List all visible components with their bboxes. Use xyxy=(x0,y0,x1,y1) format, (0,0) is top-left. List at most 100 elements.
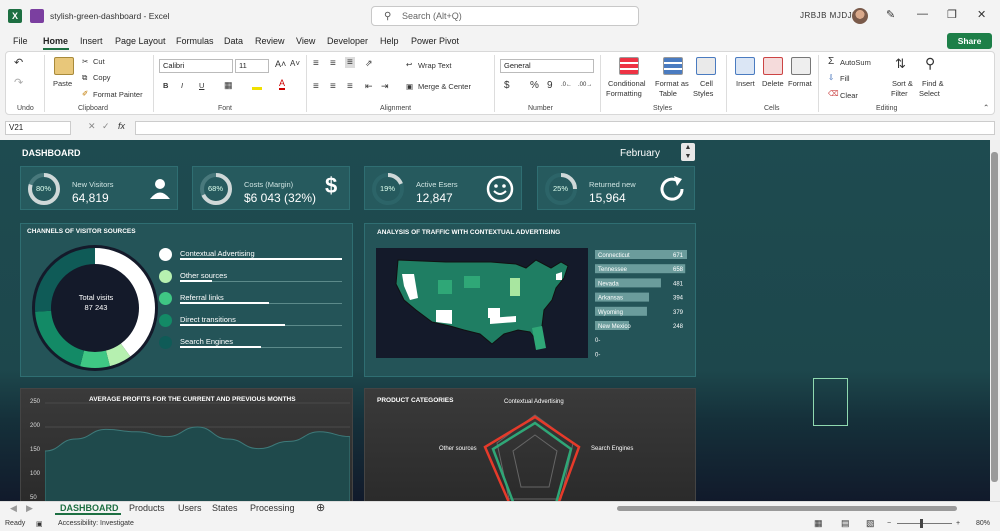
conditional-formatting-label1[interactable]: Conditional xyxy=(608,79,646,88)
prev-sheet-icon[interactable]: ◀ xyxy=(10,503,17,514)
next-sheet-icon[interactable]: ▶ xyxy=(26,503,33,514)
tab-power-pivot[interactable]: Power Pivot xyxy=(411,36,459,46)
find-select-label2[interactable]: Select xyxy=(919,89,940,98)
cell-styles-icon[interactable] xyxy=(696,57,716,75)
restore-button[interactable]: ❐ xyxy=(947,8,957,21)
percent-button[interactable]: % xyxy=(530,80,539,91)
tab-page-layout[interactable]: Page Layout xyxy=(115,36,166,46)
sheet-tab-products[interactable]: Products xyxy=(129,503,165,513)
align-center-icon[interactable]: ≡ xyxy=(330,81,336,92)
cancel-entry-icon[interactable]: ✕ xyxy=(88,121,96,132)
cell-styles-label1[interactable]: Cell xyxy=(700,79,713,88)
align-top-icon[interactable]: ≡ xyxy=(313,58,319,69)
sort-filter-label1[interactable]: Sort & xyxy=(892,79,913,88)
align-middle-icon[interactable]: ≡ xyxy=(330,58,336,69)
align-left-icon[interactable]: ≡ xyxy=(313,81,319,92)
insert-cells-icon[interactable] xyxy=(735,57,755,75)
minimize-button[interactable]: — xyxy=(917,8,928,20)
zoom-out-icon[interactable]: − xyxy=(887,520,891,527)
increase-decimal-icon[interactable]: .0← xyxy=(561,82,572,88)
copy-button[interactable]: Copy xyxy=(93,73,111,82)
decrease-decimal-icon[interactable]: .00→ xyxy=(578,82,592,88)
share-button[interactable]: Share xyxy=(947,33,992,49)
font-shrink-icon[interactable]: A˅ xyxy=(290,59,300,68)
zoom-in-icon[interactable]: + xyxy=(956,520,960,527)
sheet-tab-users[interactable]: Users xyxy=(178,503,202,513)
selected-shape[interactable] xyxy=(813,378,848,426)
avatar[interactable] xyxy=(852,8,868,24)
tab-formulas[interactable]: Formulas xyxy=(176,36,214,46)
copy-icon[interactable]: ⧉ xyxy=(82,73,87,83)
merge-center-button[interactable]: Merge & Center xyxy=(418,82,471,91)
font-grow-icon[interactable]: A˄ xyxy=(275,59,286,69)
user-name[interactable]: JRBJB MJDJK xyxy=(800,11,858,20)
sheet-tab-dashboard[interactable]: DASHBOARD xyxy=(60,503,119,513)
bold-button[interactable]: B xyxy=(163,81,168,90)
tab-insert[interactable]: Insert xyxy=(80,36,103,46)
underline-button[interactable]: U xyxy=(199,81,204,90)
currency-button[interactable]: $ xyxy=(504,80,510,91)
fill-color-icon[interactable] xyxy=(252,81,262,90)
fill-button[interactable]: Fill xyxy=(840,74,850,83)
name-box[interactable]: V21 xyxy=(5,121,71,135)
pen-icon[interactable]: ✎ xyxy=(886,8,895,21)
normal-view-icon[interactable]: ▦ xyxy=(814,518,823,529)
format-as-table-label1[interactable]: Format as xyxy=(655,79,689,88)
paste-button[interactable]: Paste xyxy=(53,79,72,88)
comma-button[interactable]: 9 xyxy=(547,80,553,91)
delete-cells-button[interactable]: Delete xyxy=(762,79,784,88)
accessibility-status[interactable]: Accessibility: Investigate xyxy=(58,520,134,527)
formula-input[interactable] xyxy=(135,121,995,135)
vertical-scroll-thumb[interactable] xyxy=(991,152,998,482)
zoom-slider-handle[interactable] xyxy=(920,519,923,528)
format-painter-icon[interactable]: ✐ xyxy=(82,89,88,98)
conditional-formatting-label2[interactable]: Formatting xyxy=(606,89,642,98)
clear-button[interactable]: Clear xyxy=(840,91,858,100)
tab-home[interactable]: Home xyxy=(43,36,68,46)
page-break-view-icon[interactable]: ▧ xyxy=(866,518,875,529)
horizontal-scroll-thumb[interactable] xyxy=(617,506,957,511)
save-icon[interactable] xyxy=(30,9,44,23)
format-as-table-label2[interactable]: Table xyxy=(659,89,677,98)
cell-styles-label2[interactable]: Styles xyxy=(693,89,713,98)
font-family-select[interactable]: Calibri xyxy=(159,59,233,73)
increase-indent-icon[interactable]: ⇥ xyxy=(381,81,389,92)
number-format-select[interactable]: General xyxy=(500,59,594,73)
page-layout-view-icon[interactable]: ▤ xyxy=(841,518,850,529)
format-cells-button[interactable]: Format xyxy=(788,79,812,88)
tab-view[interactable]: View xyxy=(296,36,315,46)
font-size-select[interactable]: 11 xyxy=(235,59,269,73)
decrease-indent-icon[interactable]: ⇤ xyxy=(365,81,373,92)
font-color-icon[interactable]: A xyxy=(279,79,286,90)
tab-help[interactable]: Help xyxy=(380,36,399,46)
align-right-icon[interactable]: ≡ xyxy=(347,81,353,92)
macro-record-icon[interactable]: ▣ xyxy=(36,520,43,528)
sort-filter-label2[interactable]: Filter xyxy=(891,89,908,98)
tab-data[interactable]: Data xyxy=(224,36,243,46)
ribbon-collapse-icon[interactable]: ⌃ xyxy=(983,103,989,112)
tab-review[interactable]: Review xyxy=(255,36,285,46)
redo-icon[interactable]: ↷ xyxy=(14,76,23,89)
tab-developer[interactable]: Developer xyxy=(327,36,368,46)
cut-icon[interactable]: ✂ xyxy=(82,57,88,66)
add-sheet-icon[interactable]: ⊕ xyxy=(316,501,325,514)
format-cells-icon[interactable] xyxy=(791,57,811,75)
sheet-tab-states[interactable]: States xyxy=(212,503,238,513)
autosum-button[interactable]: AutoSum xyxy=(840,58,871,67)
find-select-label1[interactable]: Find & xyxy=(922,79,944,88)
format-as-table-icon[interactable] xyxy=(663,57,683,75)
italic-button[interactable]: I xyxy=(181,81,183,90)
zoom-slider[interactable] xyxy=(897,523,952,524)
wrap-text-button[interactable]: Wrap Text xyxy=(418,61,452,70)
paste-icon[interactable] xyxy=(54,57,74,75)
borders-icon[interactable]: ▦ xyxy=(224,80,233,91)
sheet-tab-processing[interactable]: Processing xyxy=(250,503,295,513)
search-box[interactable]: ⚲ Search (Alt+Q) xyxy=(371,6,639,26)
align-bottom-icon[interactable]: ≡ xyxy=(345,57,355,68)
month-spinner[interactable]: ▲ ▼ xyxy=(681,143,695,161)
cut-button[interactable]: Cut xyxy=(93,57,105,66)
orientation-icon[interactable]: ⇗ xyxy=(365,58,373,69)
delete-cells-icon[interactable] xyxy=(763,57,783,75)
dashboard-sheet[interactable]: DASHBOARD February ▲ ▼ 80% New Visitors 6… xyxy=(0,140,990,501)
close-button[interactable]: ✕ xyxy=(977,8,986,21)
